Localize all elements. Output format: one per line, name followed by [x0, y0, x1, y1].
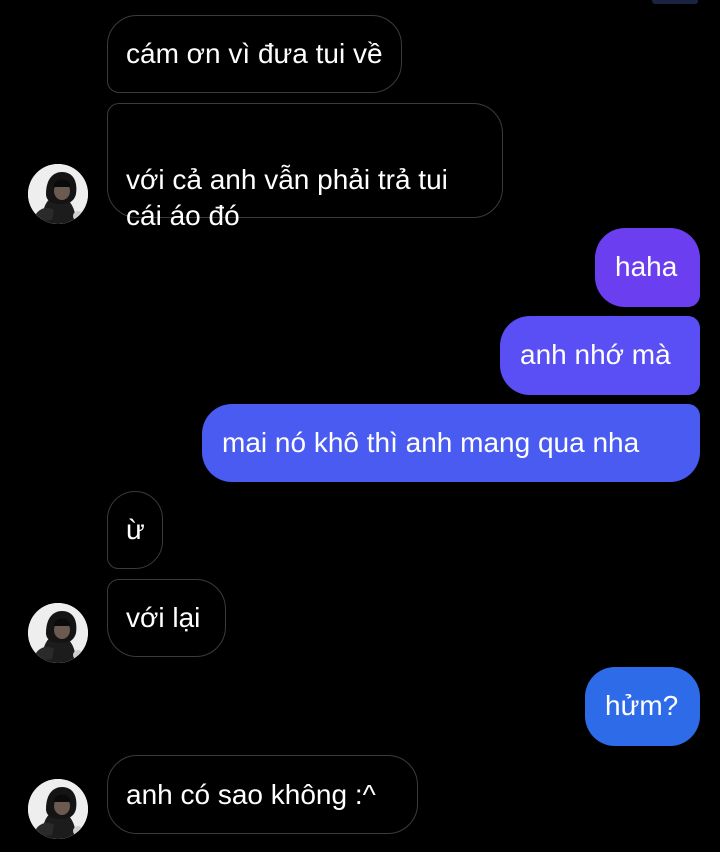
incoming-message-bubble[interactable]: anh có sao không :^	[107, 755, 418, 834]
message-text: với lại	[126, 602, 201, 633]
message-text: anh có sao không :^	[126, 779, 376, 810]
message-text: cám ơn vì đưa tui về	[126, 38, 383, 69]
incoming-message-bubble[interactable]: với cả anh vẫn phải trả tui cái áo đó	[107, 103, 503, 231]
message-text: anh nhớ mà	[520, 339, 671, 370]
hooded-person-avatar-icon	[28, 603, 88, 663]
message-text: haha	[615, 251, 678, 282]
contact-avatar[interactable]	[28, 779, 88, 839]
contact-avatar[interactable]	[28, 603, 88, 663]
hooded-person-avatar-icon	[28, 164, 88, 224]
message-text: với cả anh vẫn phải trả tui cái áo đó	[126, 164, 448, 231]
incoming-message-bubble[interactable]: với lại	[107, 579, 226, 657]
outgoing-message-bubble[interactable]: mai nó khô thì anh mang qua nha	[202, 404, 700, 482]
incoming-message-bubble[interactable]: ừ	[107, 491, 163, 569]
incoming-message-bubble[interactable]: cám ơn vì đưa tui về	[107, 15, 402, 93]
contact-avatar[interactable]	[28, 164, 88, 224]
status-indicator	[652, 0, 698, 4]
outgoing-message-bubble[interactable]: hửm?	[585, 667, 700, 746]
message-text: ừ	[126, 514, 145, 545]
message-text: hửm?	[605, 690, 679, 721]
hooded-person-avatar-icon	[28, 779, 88, 839]
message-text: mai nó khô thì anh mang qua nha	[222, 427, 640, 458]
outgoing-message-bubble[interactable]: haha	[595, 228, 700, 307]
outgoing-message-bubble[interactable]: anh nhớ mà	[500, 316, 700, 395]
